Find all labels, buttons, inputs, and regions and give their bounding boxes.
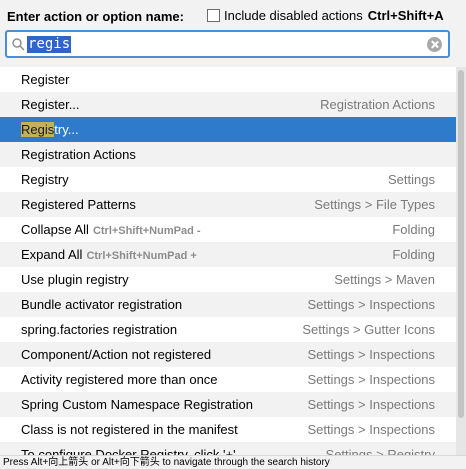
result-category: Settings > Inspections [307,397,435,412]
result-row[interactable]: Register... Registration Actions [0,92,466,117]
include-disabled-shortcut: Ctrl+Shift+A [367,8,444,23]
result-category: Folding [392,247,435,262]
search-input[interactable]: regis [5,30,450,58]
clear-search-icon[interactable] [427,37,442,52]
result-category: Settings > Maven [334,272,435,287]
result-category: Settings [388,172,435,187]
scrollbar-thumb[interactable] [458,70,464,418]
result-category: Settings > File Types [314,197,435,212]
result-category: Registration Actions [320,97,435,112]
result-row[interactable]: To configure Docker Registry, click '+' S… [0,442,466,455]
result-row[interactable]: Component/Action not registered Settings … [0,342,466,367]
result-name: Use plugin registry [21,272,129,287]
search-history-hint: Press Alt+向上箭头 or Alt+向下箭头 to navigate t… [0,455,466,469]
result-name: Registered Patterns [21,197,136,212]
result-category: Settings > Gutter Icons [302,322,435,337]
result-row[interactable]: Registry Settings [0,167,466,192]
result-name: Registration Actions [21,147,136,162]
include-disabled-option[interactable]: Include disabled actions Ctrl+Shift+A [207,8,444,23]
result-shortcut: Ctrl+Shift+NumPad + [86,250,197,262]
result-row[interactable]: Use plugin registry Settings > Maven [0,267,466,292]
result-name: Register [21,72,70,87]
result-name: Registry... [21,122,79,137]
result-row[interactable]: Spring Custom Namespace Registration Sett… [0,392,466,417]
result-row[interactable]: Collapse All Ctrl+Shift+NumPad - Folding [0,217,466,242]
result-category: Settings > Inspections [307,347,435,362]
result-row[interactable]: Registration Actions [0,142,466,167]
result-row[interactable]: Expand All Ctrl+Shift+NumPad + Folding [0,242,466,267]
result-name: spring.factories registration [21,322,178,337]
result-category: Folding [392,222,435,237]
find-action-header: Enter action or option name: Include dis… [0,0,466,65]
search-icon [12,38,25,51]
result-name: Spring Custom Namespace Registration [21,397,253,412]
result-name: Registry [21,172,69,187]
result-row[interactable]: spring.factories registration Settings > … [0,317,466,342]
result-row[interactable]: Register [0,67,466,92]
result-category: Settings > Inspections [307,297,435,312]
result-name: Component/Action not registered [21,347,212,362]
result-name: Activity registered more than once [21,372,218,387]
result-shortcut: Ctrl+Shift+NumPad - [92,225,201,237]
prompt-label: Enter action or option name: [7,9,184,24]
result-name: Class is not registered in the manifest [21,422,238,437]
result-name: Register... [21,97,80,112]
result-row[interactable]: Bundle activator registration Settings > … [0,292,466,317]
result-name-rest: try... [54,122,79,137]
result-row[interactable]: Activity registered more than once Settin… [0,367,466,392]
search-value[interactable]: regis [27,36,72,53]
result-name: Collapse All [21,222,89,237]
result-category: Settings > Inspections [307,422,435,437]
result-name: Expand All [21,247,83,262]
include-disabled-checkbox[interactable] [207,9,220,22]
match-highlight: Regis [21,122,55,137]
result-row[interactable]: Registered Patterns Settings > File Types [0,192,466,217]
result-name: To configure Docker Registry, click '+' [21,447,236,455]
include-disabled-label[interactable]: Include disabled actions [224,8,363,23]
result-category: Settings > Inspections [307,372,435,387]
results-list[interactable]: Register Register... Registration Actions R… [0,67,466,455]
result-row[interactable]: Registry... [0,117,466,142]
result-category: Settings > Registry [325,447,435,455]
result-name: Bundle activator registration [21,297,183,312]
result-row[interactable]: Class is not registered in the manifest S… [0,417,466,442]
